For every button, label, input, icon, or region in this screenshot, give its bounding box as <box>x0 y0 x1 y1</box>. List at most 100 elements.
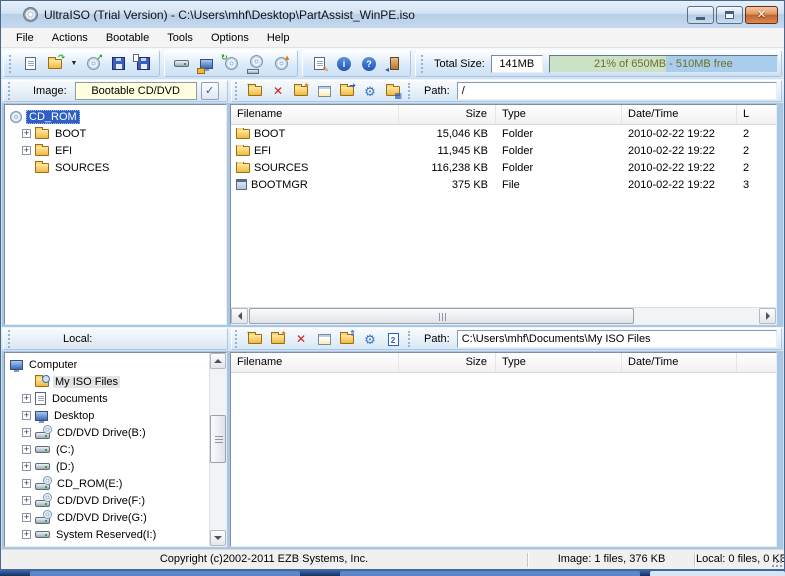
column-header-type[interactable]: Type <box>496 105 622 124</box>
file-row-bootmgr[interactable]: BOOTMGR 375 KB File 2010-02-22 19:22 3 <box>231 176 777 193</box>
tree-item-cddvd-f[interactable]: + CD/DVD Drive(F:) <box>5 492 209 509</box>
menu-item-tools[interactable]: Tools <box>158 30 202 46</box>
open-cd-button[interactable]: ↗ <box>82 53 104 75</box>
rename-button[interactable] <box>314 329 334 349</box>
expand-plus-icon[interactable]: + <box>22 530 31 539</box>
expand-plus-icon[interactable]: + <box>22 496 31 505</box>
expand-plus-icon[interactable]: + <box>22 428 31 437</box>
refresh-button[interactable]: 2 <box>383 329 403 349</box>
close-button[interactable]: ✕ <box>745 6 778 24</box>
minimize-button[interactable] <box>687 6 714 24</box>
menu-item-options[interactable]: Options <box>202 30 258 46</box>
title-bar[interactable]: UltraISO (Trial Version) - C:\Users\mhf\… <box>1 1 784 28</box>
column-header-type[interactable]: Type <box>496 353 622 372</box>
column-header-datetime[interactable]: Date/Time <box>622 105 737 124</box>
vertical-scrollbar[interactable] <box>209 353 226 546</box>
expand-plus-icon[interactable]: + <box>22 146 31 155</box>
column-header-datetime[interactable]: Date/Time <box>622 353 737 372</box>
maximize-button[interactable] <box>716 6 743 24</box>
mount-drive-button[interactable] <box>170 53 192 75</box>
image-format-select[interactable]: Bootable CD/DVD <box>75 82 197 100</box>
tree-item-desktop[interactable]: + Desktop <box>5 407 209 424</box>
open-file-button[interactable]: ↷ <box>44 53 66 75</box>
column-header-size[interactable]: Size <box>399 353 496 372</box>
expand-plus-icon[interactable]: + <box>22 411 31 420</box>
taskbar-button[interactable] <box>340 571 640 576</box>
properties-button[interactable]: ⚙ <box>360 329 380 349</box>
scrollbar-thumb[interactable] <box>249 308 634 324</box>
scroll-left-button[interactable] <box>231 308 248 324</box>
save-as-button[interactable] <box>132 53 154 75</box>
grip-handle[interactable] <box>8 330 12 348</box>
local-path-field[interactable]: C:\Users\mhf\Documents\My ISO Files <box>457 330 777 348</box>
new-image-button[interactable] <box>19 53 41 75</box>
expand-plus-icon[interactable]: + <box>22 394 31 403</box>
column-header-filename[interactable]: Filename <box>231 353 399 372</box>
extract-files-button[interactable] <box>195 53 217 75</box>
grip-handle[interactable] <box>421 55 425 73</box>
delete-button[interactable]: ✕ <box>268 81 288 101</box>
burn-cd-button[interactable]: ▲ <box>270 53 292 75</box>
grip-handle[interactable] <box>235 82 239 100</box>
menu-item-help[interactable]: Help <box>258 30 299 46</box>
expand-plus-icon[interactable]: + <box>22 445 31 454</box>
taskbar-button[interactable] <box>30 571 300 576</box>
scroll-right-button[interactable] <box>759 308 776 324</box>
file-row-sources[interactable]: SOURCES 116,238 KB Folder 2010-02-22 19:… <box>231 159 777 176</box>
horizontal-scrollbar[interactable] <box>231 307 776 324</box>
image-info-button[interactable]: i <box>333 53 355 75</box>
expand-plus-icon[interactable]: + <box>22 479 31 488</box>
new-folder-button[interactable]: ✦ <box>268 329 288 349</box>
up-level-button[interactable]: ⇑ <box>337 329 357 349</box>
tree-item-cdrom[interactable]: CD_ROM <box>5 108 226 125</box>
open-dropdown-arrow-icon[interactable]: ▼ <box>69 60 79 67</box>
rename-button[interactable] <box>314 81 334 101</box>
verify-cd-button[interactable]: ↻ <box>220 53 242 75</box>
menu-item-bootable[interactable]: Bootable <box>97 30 158 46</box>
tree-item-drive-c[interactable]: + (C:) <box>5 441 209 458</box>
tree-item-my-iso-files[interactable]: My ISO Files <box>5 373 209 390</box>
save-button[interactable] <box>107 53 129 75</box>
menu-item-actions[interactable]: Actions <box>43 30 97 46</box>
column-header-filename[interactable]: Filename <box>231 105 399 124</box>
grip-handle[interactable] <box>235 330 239 348</box>
scroll-up-button[interactable] <box>210 353 226 369</box>
resize-grip[interactable] <box>770 555 782 567</box>
edit-notes-button[interactable]: ✎ <box>308 53 330 75</box>
scroll-down-button[interactable] <box>210 530 226 546</box>
tree-item-drive-j[interactable]: + (J:) <box>5 543 209 547</box>
expand-plus-icon[interactable]: + <box>22 462 31 471</box>
tree-item-cdrom-e[interactable]: + CD_ROM(E:) <box>5 475 209 492</box>
make-image-button[interactable] <box>245 53 267 75</box>
view-folder-button[interactable]: ▦ <box>383 81 403 101</box>
delete-button[interactable]: ✕ <box>291 329 311 349</box>
tree-item-documents[interactable]: + Documents <box>5 390 209 407</box>
taskbar-button-active[interactable] <box>650 571 785 576</box>
goto-folder-button[interactable]: ➔ <box>337 81 357 101</box>
grip-handle[interactable] <box>8 82 12 100</box>
help-button[interactable]: ? <box>358 53 380 75</box>
file-row-boot[interactable]: BOOT 15,046 KB Folder 2010-02-22 19:22 2 <box>231 125 777 142</box>
tree-item-system-reserved-i[interactable]: + System Reserved(I:) <box>5 526 209 543</box>
new-folder-button[interactable]: ✦ <box>291 81 311 101</box>
expand-plus-icon[interactable]: + <box>22 513 31 522</box>
tree-item-cddvd-b[interactable]: + CD/DVD Drive(B:) <box>5 424 209 441</box>
grip-handle[interactable] <box>9 55 13 73</box>
apply-boot-button[interactable]: ✓ <box>201 82 219 100</box>
tree-item-drive-d[interactable]: + (D:) <box>5 458 209 475</box>
tree-item-computer[interactable]: Computer <box>5 356 209 373</box>
tree-item-efi[interactable]: + EFI <box>5 142 226 159</box>
tree-item-boot[interactable]: + BOOT <box>5 125 226 142</box>
exit-button[interactable]: ◂ <box>383 53 405 75</box>
scrollbar-thumb[interactable] <box>210 415 226 463</box>
menu-item-file[interactable]: File <box>7 30 43 46</box>
image-path-field[interactable]: / <box>457 82 777 100</box>
tree-item-sources[interactable]: SOURCES <box>5 159 226 176</box>
expand-plus-icon[interactable]: + <box>22 129 31 138</box>
properties-button[interactable]: ⚙ <box>360 81 380 101</box>
column-header-size[interactable]: Size <box>399 105 496 124</box>
tree-item-cddvd-g[interactable]: + CD/DVD Drive(G:) <box>5 509 209 526</box>
file-row-efi[interactable]: EFI 11,945 KB Folder 2010-02-22 19:22 2 <box>231 142 777 159</box>
extract-button[interactable]: ↑ <box>245 81 265 101</box>
column-header-lba[interactable]: L <box>737 105 777 124</box>
